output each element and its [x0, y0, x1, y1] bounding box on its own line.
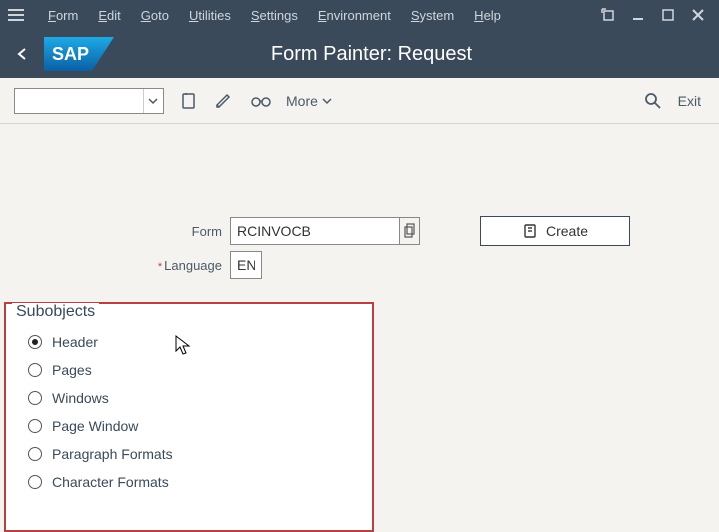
- page-title: Form Painter: Request: [114, 43, 629, 66]
- display-icon[interactable]: [178, 90, 200, 112]
- subobjects-group: Subobjects Header Pages Windows Page Win…: [4, 302, 374, 532]
- radio-paragraph-formats[interactable]: Paragraph Formats: [28, 446, 350, 462]
- command-input[interactable]: [15, 89, 143, 113]
- radio-page-window[interactable]: Page Window: [28, 418, 350, 434]
- exit-button[interactable]: Exit: [678, 93, 701, 109]
- back-button[interactable]: [10, 42, 34, 66]
- radio-button[interactable]: [28, 335, 42, 349]
- menu-edit[interactable]: Edit: [90, 4, 128, 27]
- window-close-icon[interactable]: [689, 6, 707, 24]
- menu-system[interactable]: System: [403, 4, 462, 27]
- radio-button[interactable]: [28, 447, 42, 461]
- menu-form[interactable]: Form: [40, 4, 86, 27]
- menu-help[interactable]: Help: [466, 4, 509, 27]
- radio-button[interactable]: [28, 419, 42, 433]
- form-label: Form: [20, 224, 230, 239]
- radio-button[interactable]: [28, 391, 42, 405]
- sap-logo: SAP: [44, 37, 114, 71]
- form-input[interactable]: [230, 217, 400, 245]
- app-toolbar: More Exit: [0, 78, 719, 124]
- radio-pages[interactable]: Pages: [28, 362, 350, 378]
- radio-label: Character Formats: [52, 474, 169, 490]
- subobjects-list: Header Pages Windows Page Window Paragra…: [6, 304, 372, 498]
- menu-utilities[interactable]: Utilities: [181, 4, 239, 27]
- menu-goto[interactable]: Goto: [133, 4, 177, 27]
- create-button[interactable]: Create: [480, 216, 630, 246]
- form-f4-button[interactable]: [400, 217, 420, 245]
- menu-environment[interactable]: Environment: [310, 4, 399, 27]
- svg-text:SAP: SAP: [52, 44, 89, 64]
- hamburger-icon[interactable]: [8, 5, 28, 25]
- language-label: *Language: [20, 258, 230, 273]
- radio-character-formats[interactable]: Character Formats: [28, 474, 350, 490]
- more-button[interactable]: More: [286, 93, 332, 109]
- required-star: *: [158, 261, 162, 273]
- title-bar: SAP Form Painter: Request: [0, 30, 719, 78]
- radio-label: Pages: [52, 362, 92, 378]
- window-new-icon[interactable]: [599, 6, 617, 24]
- change-icon[interactable]: [214, 90, 236, 112]
- subobjects-legend: Subobjects: [12, 303, 99, 321]
- radio-button[interactable]: [28, 363, 42, 377]
- window-maximize-icon[interactable]: [659, 6, 677, 24]
- radio-label: Windows: [52, 390, 109, 406]
- form-row-language: *Language: [20, 248, 699, 282]
- radio-header[interactable]: Header: [28, 334, 350, 350]
- window-minimize-icon[interactable]: [629, 6, 647, 24]
- content-area: Form Create *Language Subobjects Header: [0, 124, 719, 532]
- menu-settings[interactable]: Settings: [243, 4, 306, 27]
- search-icon[interactable]: [642, 90, 664, 112]
- form-row-form: Form Create: [20, 214, 699, 248]
- menu-bar: Form Edit Goto Utilities Settings Enviro…: [0, 0, 719, 30]
- radio-button[interactable]: [28, 475, 42, 489]
- radio-label: Paragraph Formats: [52, 446, 173, 462]
- radio-label: Page Window: [52, 418, 138, 434]
- command-dropdown[interactable]: [143, 89, 161, 113]
- language-input[interactable]: [230, 251, 262, 279]
- command-field[interactable]: [14, 88, 164, 114]
- create-button-label: Create: [546, 223, 588, 239]
- radio-windows[interactable]: Windows: [28, 390, 350, 406]
- radio-label: Header: [52, 334, 98, 350]
- glasses-button[interactable]: [250, 94, 272, 108]
